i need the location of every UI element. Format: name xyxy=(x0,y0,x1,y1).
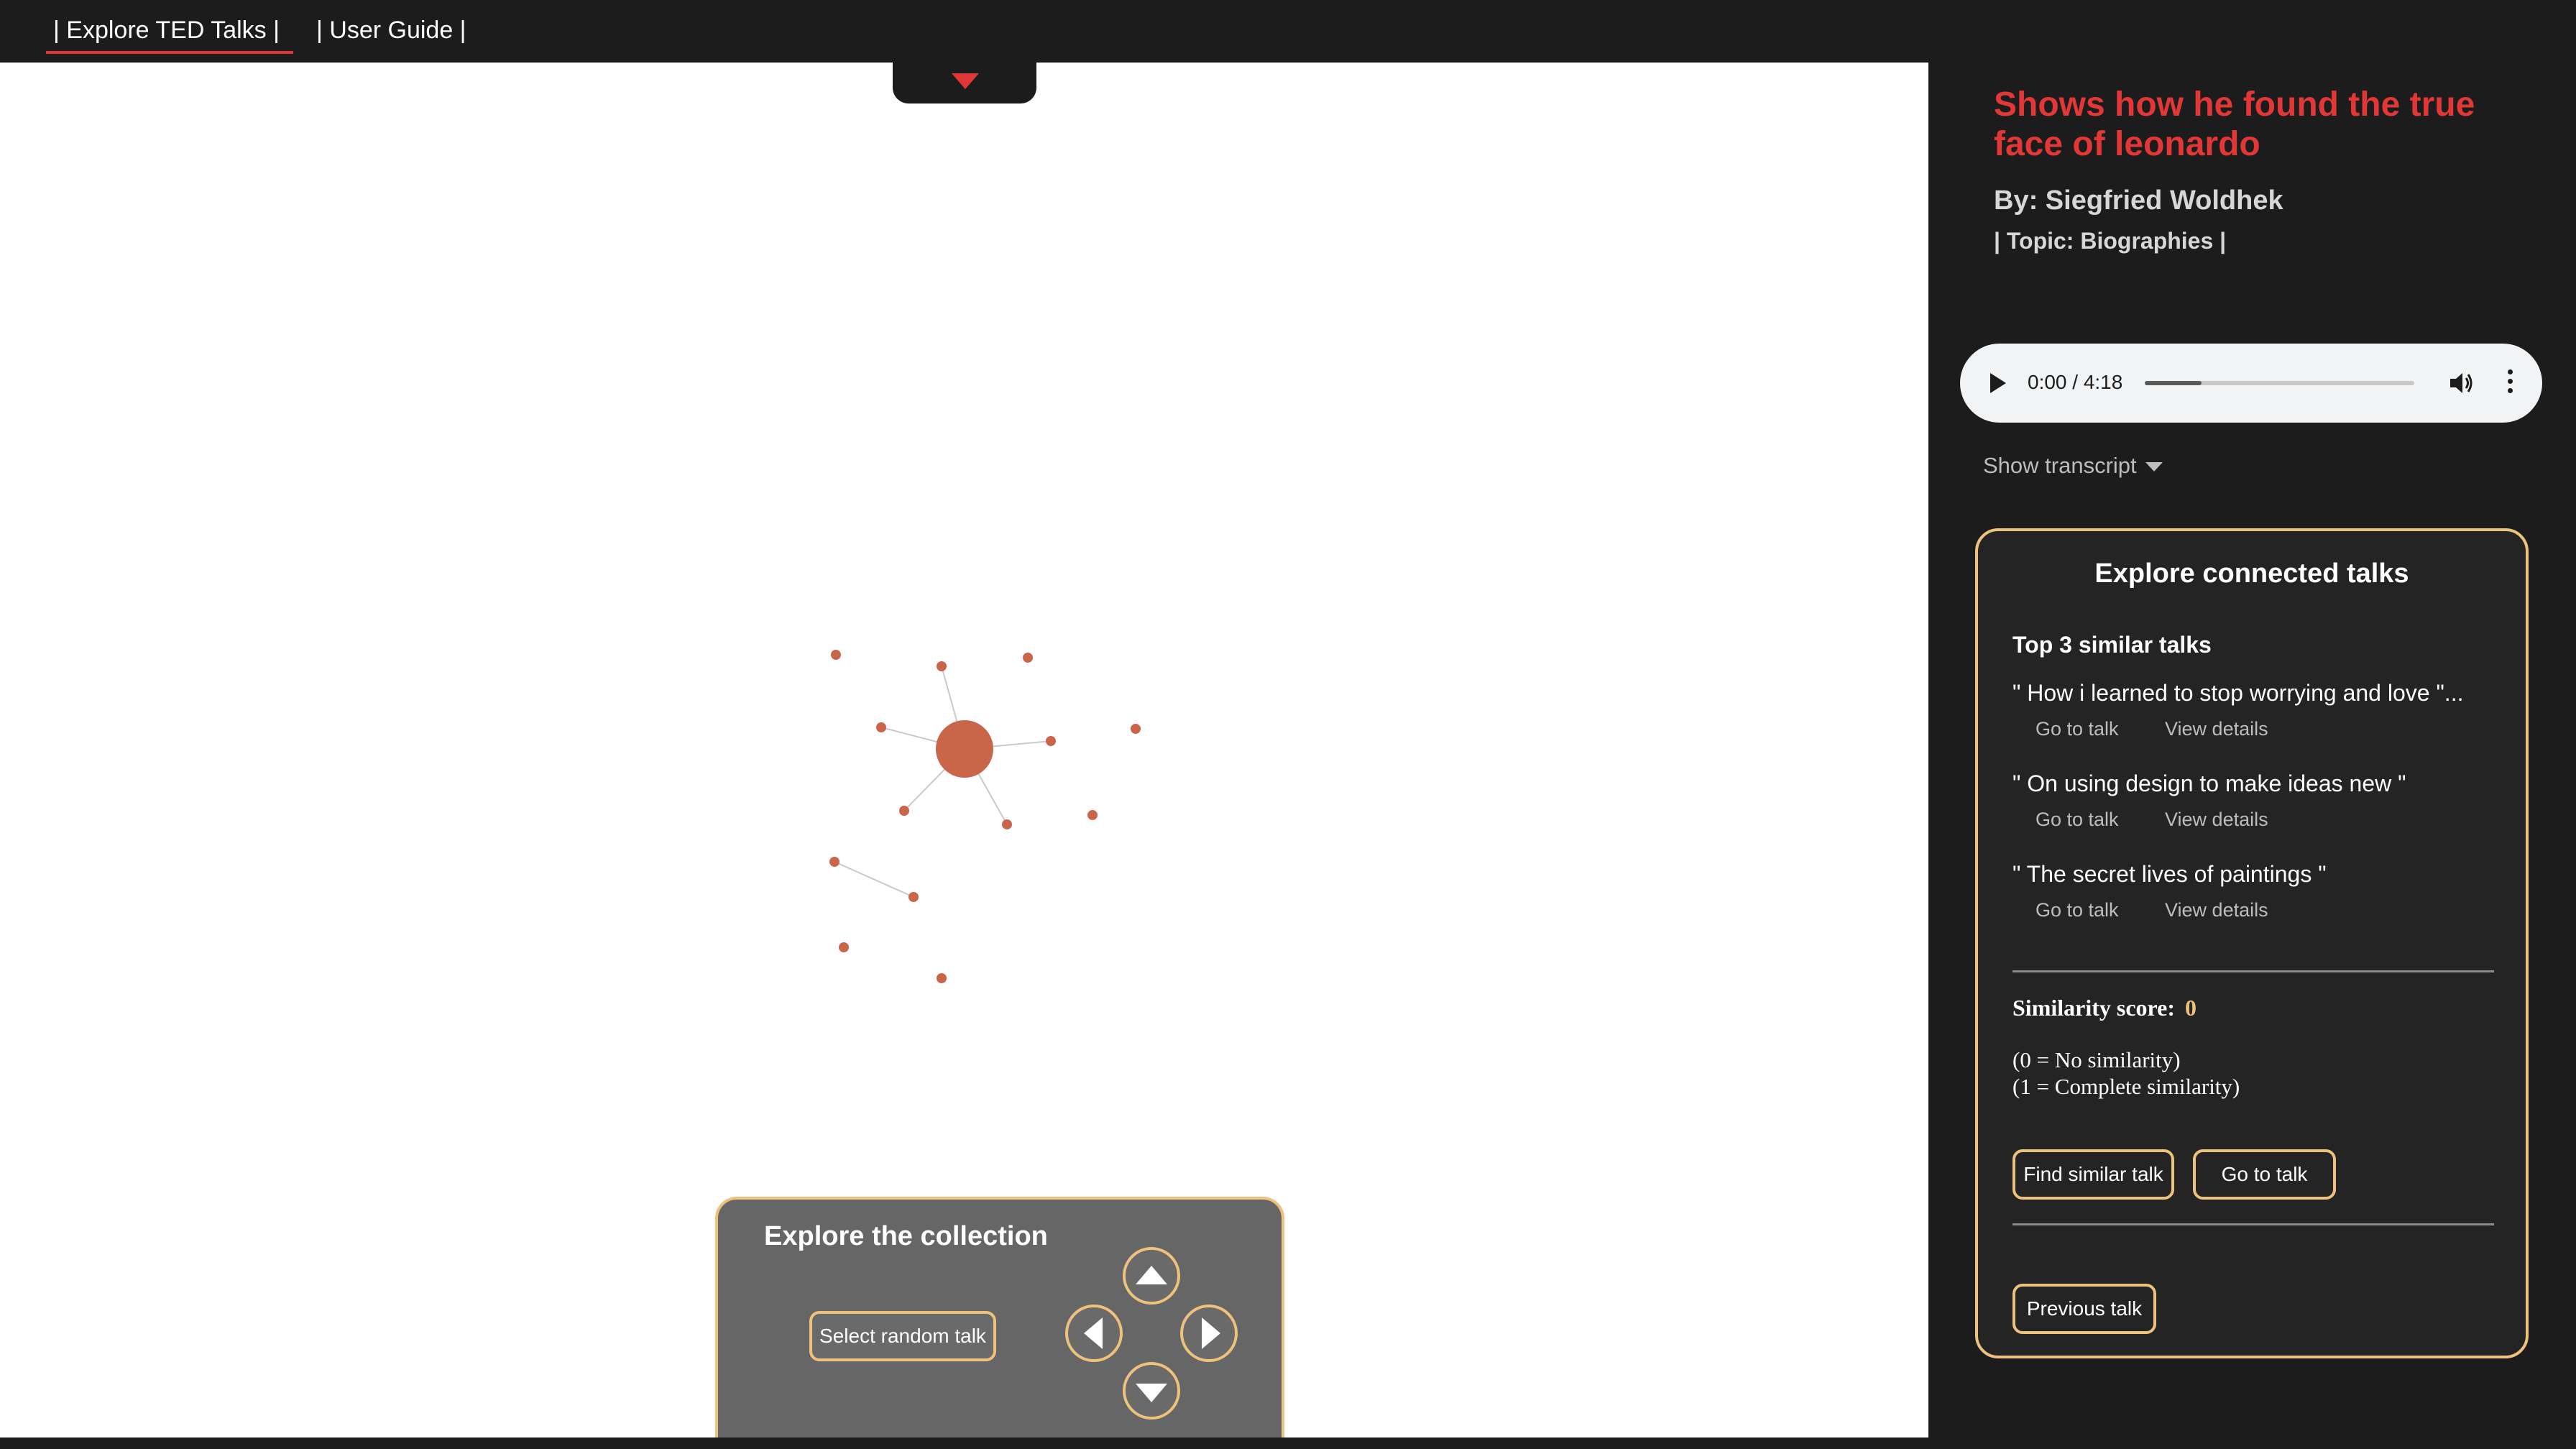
talk-title: Shows how he found the true face of leon… xyxy=(1994,86,2475,163)
view-details-link[interactable]: View details xyxy=(2165,718,2268,740)
arrow-left-icon xyxy=(1084,1317,1103,1349)
collapse-tab[interactable] xyxy=(893,58,1036,104)
previous-talk-button[interactable]: Previous talk xyxy=(2012,1284,2156,1334)
play-icon[interactable] xyxy=(1990,373,2006,393)
graph-node[interactable] xyxy=(831,650,841,660)
talk-author: By: Siegfried Woldhek xyxy=(1994,185,2283,216)
explore-collection-panel: Explore the collection Select random tal… xyxy=(715,1197,1284,1449)
graph-node[interactable] xyxy=(899,806,909,816)
go-to-talk-link[interactable]: Go to talk xyxy=(2036,718,2119,740)
graph-node[interactable] xyxy=(1131,724,1141,734)
graph-node[interactable] xyxy=(1046,736,1056,746)
pan-left-button[interactable] xyxy=(1065,1305,1123,1362)
similar-talk-item: " On using design to make ideas new " Go… xyxy=(2012,770,2501,831)
connected-panel-title: Explore connected talks xyxy=(2094,558,2409,589)
graph-node[interactable] xyxy=(908,892,919,902)
volume-icon[interactable] xyxy=(2449,371,2475,395)
select-random-talk-button[interactable]: Select random talk xyxy=(809,1311,996,1361)
arrow-up-icon xyxy=(1136,1266,1167,1284)
show-transcript-toggle[interactable]: Show transcript xyxy=(1983,453,2163,479)
similar-talk-title: " On using design to make ideas new " xyxy=(2012,770,2406,796)
graph-node[interactable] xyxy=(1087,810,1098,820)
graph-node[interactable] xyxy=(1002,819,1012,829)
graph-node[interactable] xyxy=(937,661,947,671)
similar-talk-item: " How i learned to stop worrying and lov… xyxy=(2012,680,2501,740)
graph-node[interactable] xyxy=(876,722,886,732)
audio-player: 0:00 / 4:18 xyxy=(1960,344,2542,423)
explore-panel-title: Explore the collection xyxy=(764,1221,1048,1251)
go-to-talk-link[interactable]: Go to talk xyxy=(2036,809,2119,830)
similar-talk-title: " How i learned to stop worrying and lov… xyxy=(2012,680,2464,706)
chevron-down-icon xyxy=(952,73,979,89)
nav-user-guide[interactable]: | User Guide | xyxy=(316,0,466,54)
transcript-label: Show transcript xyxy=(1983,453,2137,478)
similarity-score: Similarity score: 0 xyxy=(2012,995,2196,1021)
graph-node-current[interactable] xyxy=(936,720,993,778)
divider xyxy=(2012,1223,2494,1225)
go-to-talk-link[interactable]: Go to talk xyxy=(2036,899,2119,921)
divider xyxy=(2012,970,2494,972)
arrow-right-icon xyxy=(1202,1317,1220,1349)
pan-down-button[interactable] xyxy=(1123,1362,1180,1420)
audio-seek-bar[interactable] xyxy=(2145,381,2414,385)
nav-explore-ted-talks[interactable]: | Explore TED Talks | xyxy=(46,0,293,54)
find-similar-talk-button[interactable]: Find similar talk xyxy=(2012,1149,2174,1200)
top3-heading: Top 3 similar talks xyxy=(2012,632,2212,658)
arrow-down-icon xyxy=(1136,1384,1167,1402)
view-details-link[interactable]: View details xyxy=(2165,899,2268,921)
view-details-link[interactable]: View details xyxy=(2165,809,2268,830)
more-options-icon[interactable] xyxy=(2506,369,2515,397)
similar-talk-title: " The secret lives of paintings " xyxy=(2012,861,2327,887)
similarity-score-label: Similarity score: xyxy=(2012,995,2176,1021)
caret-down-icon xyxy=(2145,462,2163,472)
audio-time: 0:00 / 4:18 xyxy=(2028,371,2123,393)
similarity-score-value: 0 xyxy=(2185,995,2197,1021)
graph-node[interactable] xyxy=(937,973,947,983)
connected-talks-panel: Explore connected talks Top 3 similar ta… xyxy=(1975,528,2529,1358)
graph-node[interactable] xyxy=(1023,653,1033,663)
talk-sidebar: Shows how he found the true face of leon… xyxy=(1928,0,2576,1449)
graph-edge xyxy=(834,861,914,898)
talk-topic: | Topic: Biographies | xyxy=(1994,228,2227,254)
graph-node[interactable] xyxy=(839,942,849,952)
pan-up-button[interactable] xyxy=(1123,1247,1180,1305)
similar-talk-item: " The secret lives of paintings " Go to … xyxy=(2012,861,2501,921)
audio-progress xyxy=(2145,381,2202,385)
similarity-legend-high: (1 = Complete similarity) xyxy=(2012,1074,2240,1099)
pan-right-button[interactable] xyxy=(1180,1305,1238,1362)
go-to-talk-button[interactable]: Go to talk xyxy=(2193,1149,2336,1200)
similarity-legend-low: (0 = No similarity) xyxy=(2012,1047,2181,1072)
graph-node[interactable] xyxy=(829,857,840,867)
